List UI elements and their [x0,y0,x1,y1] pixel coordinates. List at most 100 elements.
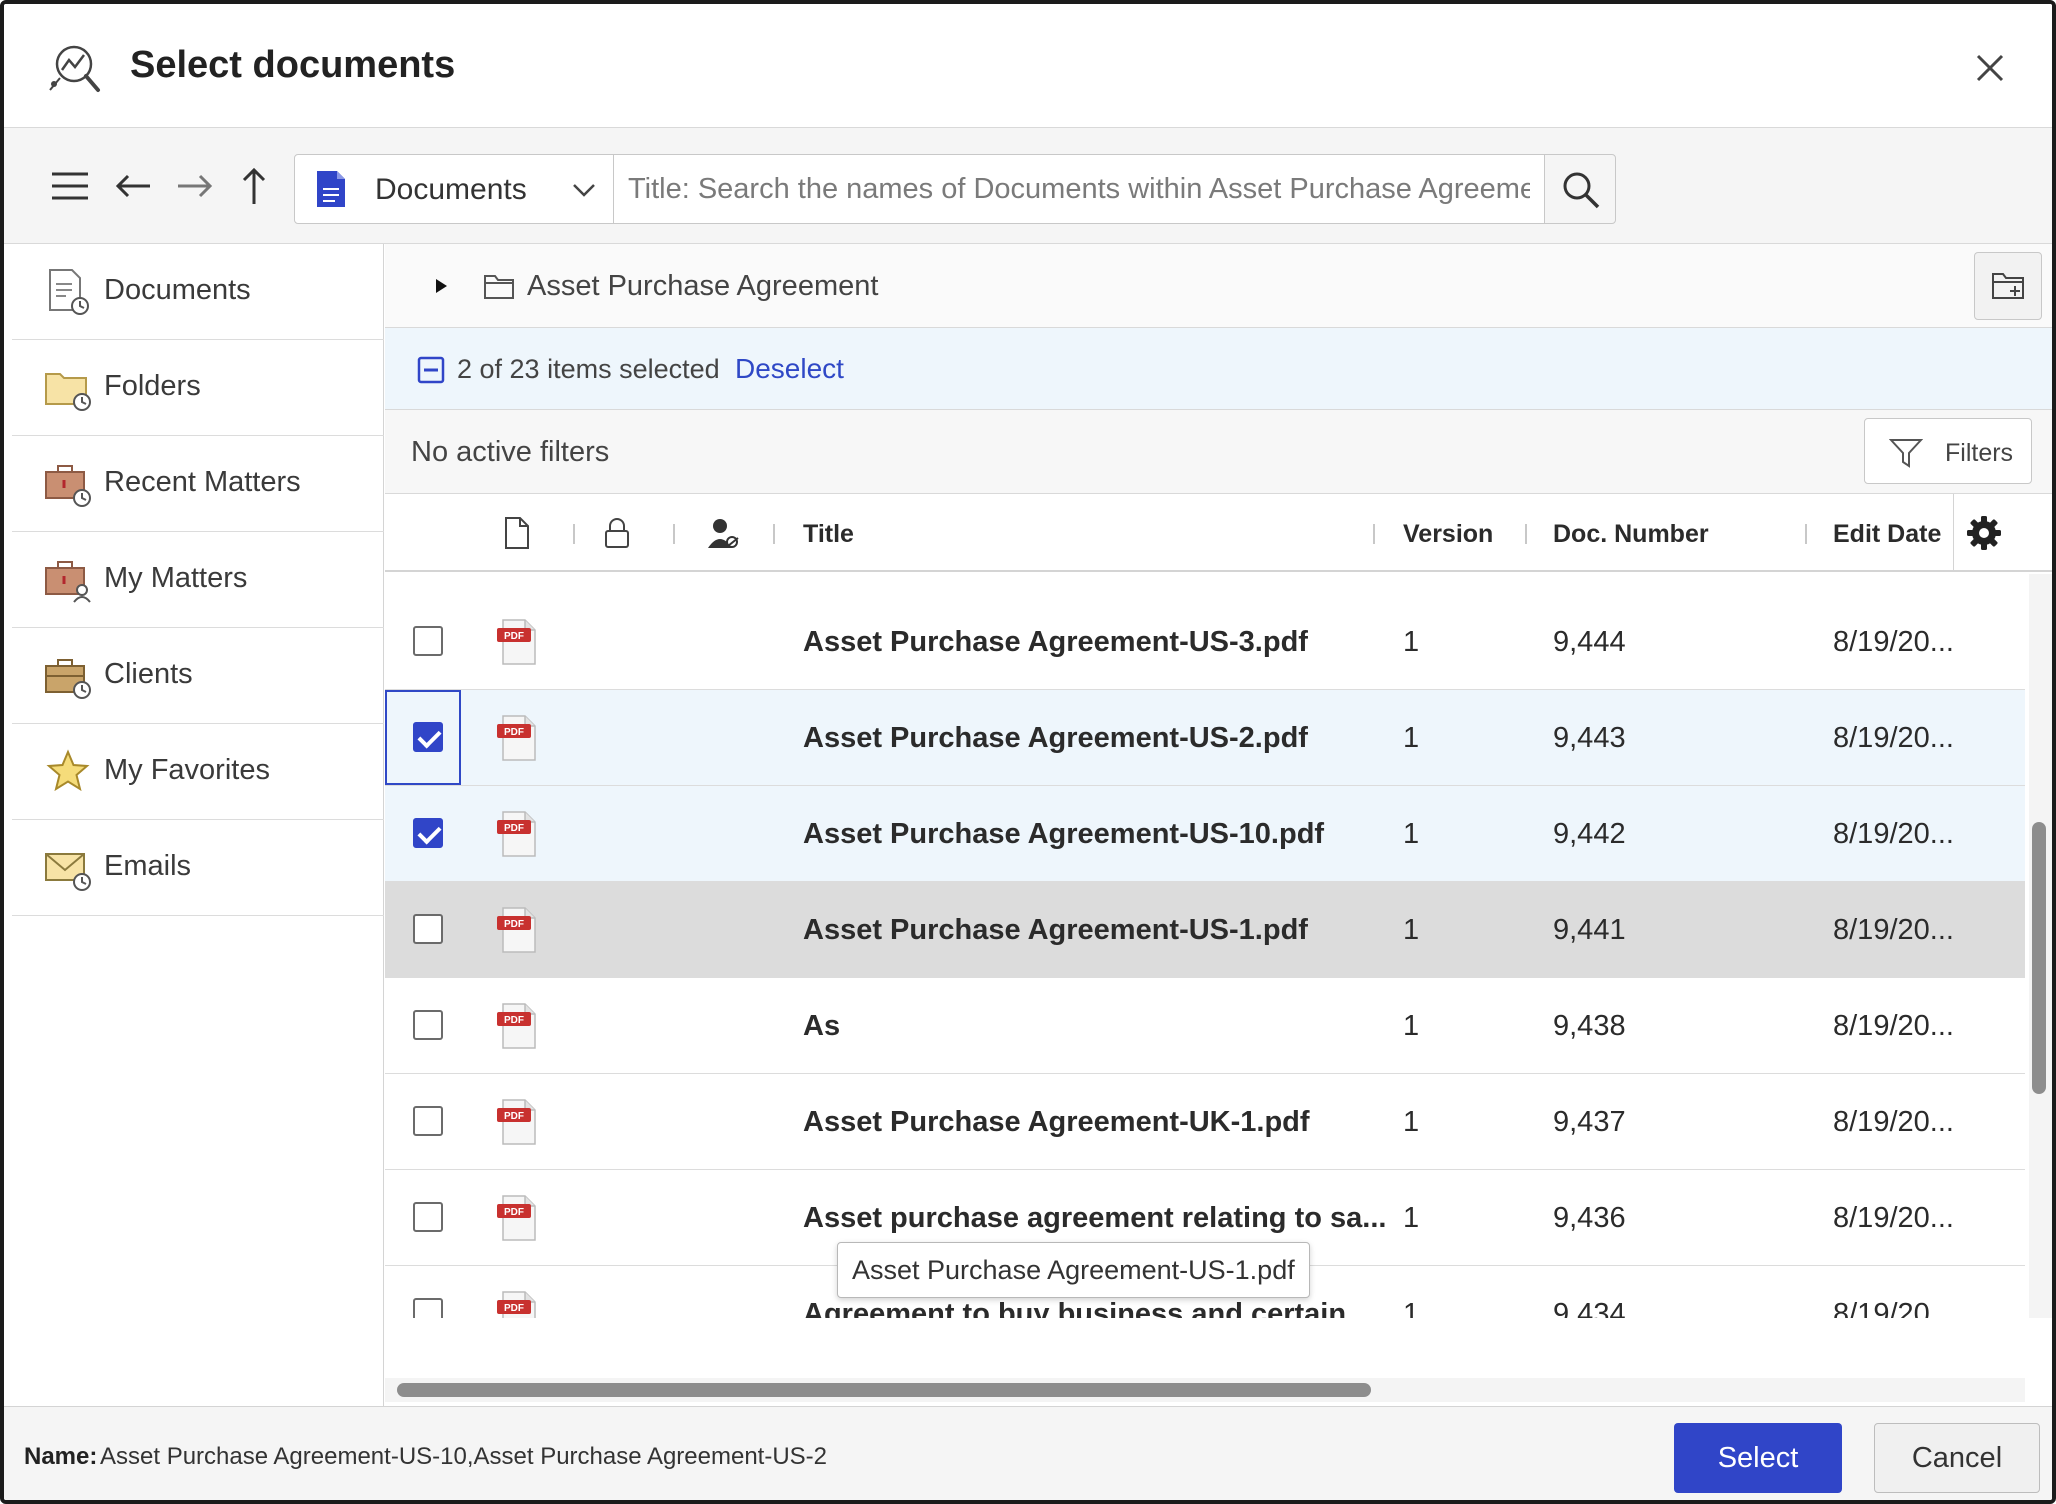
column-header-version[interactable]: Version [1403,520,1493,549]
row-checkbox[interactable] [413,914,443,944]
recent-matters-icon [45,465,91,507]
sidebar-item-documents[interactable]: Documents [12,244,384,340]
row-title[interactable]: Asset Purchase Agreement-US-10.pdf [803,818,1324,851]
row-edit-date: 8/19/20... [1833,1298,1954,1318]
up-arrow-icon[interactable] [232,164,276,208]
gear-icon[interactable] [1965,514,2003,552]
pdf-badge-text: PDF [504,1303,524,1314]
header-divider [1953,494,1954,572]
row-checkbox[interactable] [413,1106,443,1136]
table-row[interactable]: PDF As 1 9,438 8/19/20... [385,978,2025,1074]
back-arrow-icon[interactable] [112,164,156,208]
search-button[interactable] [1544,154,1616,224]
search-scope-dropdown[interactable]: Documents [294,154,614,224]
row-checkbox[interactable] [413,1010,443,1040]
title-tooltip: Asset Purchase Agreement-US-1.pdf [837,1242,1310,1298]
close-icon[interactable] [1970,48,2010,88]
hamburger-menu-icon[interactable] [48,164,92,208]
row-version: 1 [1403,818,1420,850]
deselect-link[interactable]: Deselect [735,353,844,385]
emails-icon [45,853,91,891]
row-checkbox[interactable] [413,722,443,752]
sidebar-item-label: Clients [104,658,193,690]
star-icon [46,749,90,792]
row-doc-number: 9,443 [1553,722,1626,754]
filter-bar: No active filters Filters [385,410,2052,494]
column-separator[interactable] [573,524,575,544]
table-header: Title Version Doc. Number Edit Date [385,494,2052,572]
vertical-scrollbar-thumb[interactable] [2032,822,2046,1094]
caret-right-icon[interactable] [433,278,449,294]
filter-status: No active filters [411,436,610,468]
recent-folders-icon [45,373,91,411]
row-title[interactable]: Asset Purchase Agreement-US-1.pdf [803,914,1308,947]
row-checkbox[interactable] [413,1298,443,1318]
column-separator[interactable] [1525,524,1527,544]
sidebar-item-emails[interactable]: Emails [12,820,384,916]
dialog-footer: Name: Asset Purchase Agreement-US-10,Ass… [4,1406,2052,1500]
breadcrumb-folder[interactable]: Asset Purchase Agreement [527,270,878,303]
row-checkbox[interactable] [413,1202,443,1232]
pdf-badge-text: PDF [504,1207,524,1218]
column-separator[interactable] [673,524,675,544]
folder-icon [484,275,514,299]
row-title[interactable]: Agreement to buy business and certain ..… [803,1298,1378,1318]
pdf-file-icon: PDF [497,811,536,857]
pdf-file-icon: PDF [497,907,536,953]
pdf-file-icon: PDF [497,715,536,761]
table-row[interactable]: PDF Asset Purchase Agreement-UK-1.pdf 1 9,4… [385,1074,2025,1170]
document-search-icon [49,45,100,92]
row-edit-date: 8/19/20... [1833,1106,1954,1138]
search-icon [1563,172,1600,209]
forward-arrow-icon[interactable] [172,164,216,208]
search-input[interactable] [613,154,1545,224]
row-title[interactable]: Asset purchase agreement relating to sa.… [803,1202,1386,1235]
partial-select-icon[interactable] [417,356,445,384]
row-checkbox[interactable] [413,818,443,848]
sidebar-item-recent-matters[interactable]: Recent Matters [12,436,384,532]
new-folder-button[interactable] [1974,252,2042,320]
column-separator[interactable] [773,524,775,544]
sidebar-item-my-favorites[interactable]: My Favorites [12,724,384,820]
column-header-doc-number[interactable]: Doc. Number [1553,520,1709,549]
row-title[interactable]: Asset Purchase Agreement-UK-1.pdf [803,1106,1310,1139]
sidebar-item-folders[interactable]: Folders [12,340,384,436]
selection-bar: 2 of 23 items selected Deselect [385,328,2052,410]
sidebar-item-label: Folders [104,370,201,402]
sidebar-item-my-matters[interactable]: My Matters [12,532,384,628]
document-type-column-icon[interactable] [501,516,533,550]
table-row[interactable]: PDF Asset Purchase Agreement-US-3.pdf 1 9,4… [385,594,2025,690]
row-doc-number: 9,434 [1553,1298,1626,1318]
row-title[interactable]: Asset Purchase Agreement-US-3.pdf [803,626,1308,659]
row-checkbox[interactable] [413,626,443,656]
sidebar-item-clients[interactable]: Clients [12,628,384,724]
table-row[interactable]: PDF Asset Purchase Agreement-US-2.pdf 1 9,4… [385,690,2025,786]
select-documents-dialog: Select documents Documents Title: Search… [0,0,2056,1504]
column-separator[interactable] [1805,524,1807,544]
column-header-edit-date[interactable]: Edit Date [1833,520,1941,549]
row-title[interactable]: As [803,1010,840,1043]
table-row[interactable]: PDF Asset Purchase Agreement-US-1.pdf 1 9,4… [385,882,2025,978]
column-header-title[interactable]: Title [803,520,854,549]
checked-out-column-icon[interactable] [707,516,739,550]
row-version: 1 [1403,626,1420,658]
select-button[interactable]: Select [1674,1423,1842,1493]
column-separator[interactable] [1373,524,1375,544]
filters-button[interactable]: Filters [1864,418,2032,484]
lock-column-icon[interactable] [601,516,633,550]
selected-name-value: Asset Purchase Agreement-US-10,Asset Pur… [100,1443,828,1470]
row-title[interactable]: Asset Purchase Agreement-US-2.pdf [803,722,1308,755]
horizontal-scrollbar-thumb[interactable] [397,1383,1371,1397]
selection-count: 2 of 23 items selected [457,354,720,384]
chevron-down-icon[interactable] [569,175,599,205]
pdf-file-icon: PDF [497,1099,536,1145]
sidebar-item-label: My Favorites [104,754,270,786]
row-edit-date: 8/19/20... [1833,722,1954,754]
row-version: 1 [1403,722,1420,754]
filter-icon [1889,439,1923,468]
breadcrumb: Asset Purchase Agreement [385,244,2052,328]
table-row[interactable]: PDF Asset Purchase Agreement-US-10.pdf 1 9,… [385,786,2025,882]
row-edit-date: 8/19/20... [1833,1202,1954,1234]
row-doc-number: 9,437 [1553,1106,1626,1138]
cancel-button[interactable]: Cancel [1874,1423,2040,1493]
